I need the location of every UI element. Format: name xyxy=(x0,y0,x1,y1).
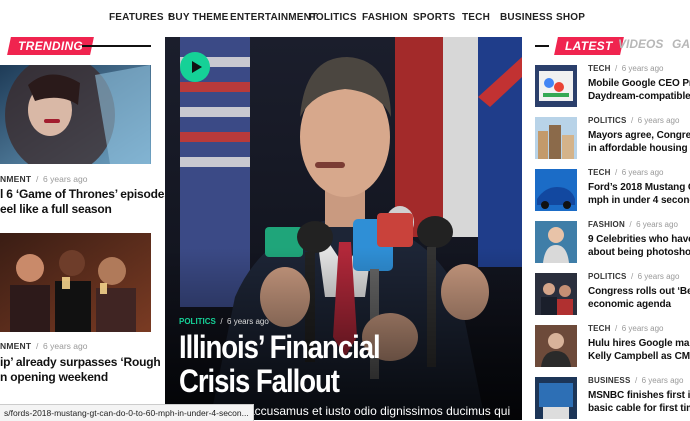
category-label[interactable]: POLITICS xyxy=(588,116,627,125)
nav-features[interactable]: FEATURES ▼ xyxy=(109,12,173,23)
title-line: 9 Celebrities who have s xyxy=(588,234,690,245)
nav-sports[interactable]: SPORTS xyxy=(413,12,455,23)
category-label[interactable]: TECH xyxy=(588,168,611,177)
nav-shop[interactable]: SHOP xyxy=(556,12,585,23)
hero-category[interactable]: POLITICS xyxy=(179,317,216,326)
latest-title-6[interactable]: Hulu hires Google markeKelly Campbell as… xyxy=(588,338,690,363)
title-line: about being photoshopp xyxy=(588,246,690,258)
trending-image-1[interactable] xyxy=(0,65,151,164)
latest-title-7[interactable]: MSNBC finishes first in basic cable for f… xyxy=(588,390,690,415)
title-line: n opening weekend xyxy=(0,369,108,384)
tab-videos[interactable]: VIDEOS xyxy=(618,37,663,51)
trending-title-1[interactable]: l 6 ‘Game of Thrones’ episodes eel like a… xyxy=(0,187,171,216)
post-age: 6 years ago xyxy=(637,116,680,125)
play-icon[interactable] xyxy=(180,52,210,82)
title-line: mph in under 4 seconds xyxy=(588,194,690,206)
trending-image-2[interactable] xyxy=(0,233,151,332)
title-line: l 6 ‘Game of Thrones’ episodes xyxy=(0,187,171,201)
category-label[interactable]: NMENT xyxy=(0,174,31,184)
trending-meta-1: NMENT / 6 years ago xyxy=(0,174,88,184)
title-line: Mobile Google CEO Prom xyxy=(588,78,690,89)
post-age: 6 years ago xyxy=(43,174,88,184)
tab-gallery[interactable]: GA xyxy=(672,37,690,51)
nav-business[interactable]: BUSINESS xyxy=(500,12,553,23)
status-bar-url: s/fords-2018-mustang-gt-can-do-0-to-60-m… xyxy=(0,404,254,421)
latest-meta-1: TECH / 6 years ago xyxy=(588,64,664,73)
latest-meta-7: BUSINESS / 6 years ago xyxy=(588,376,684,385)
hero-age: 6 years ago xyxy=(227,317,269,326)
trending-tag: TRENDING xyxy=(7,37,94,55)
post-age: 6 years ago xyxy=(621,64,664,73)
trending-divider xyxy=(82,45,151,47)
category-label[interactable]: NMENT xyxy=(0,341,31,351)
trending-label: TRENDING xyxy=(18,39,84,53)
latest-thumb-1[interactable] xyxy=(535,65,577,107)
title-line: Congress rolls out ‘Bette xyxy=(588,286,690,297)
title-line: Ford’s 2018 Mustang GT xyxy=(588,182,690,193)
category-label[interactable]: POLITICS xyxy=(588,272,627,281)
latest-thumb-6[interactable] xyxy=(535,325,577,367)
category-label[interactable]: FASHION xyxy=(588,220,625,229)
hero-title[interactable]: Illinois’ Financial Crisis Fallout xyxy=(179,330,463,398)
latest-thumb-4[interactable] xyxy=(535,221,577,263)
category-label[interactable]: BUSINESS xyxy=(588,376,631,385)
hero-meta: POLITICS / 6 years ago xyxy=(179,317,269,326)
post-age: 6 years ago xyxy=(43,341,88,351)
title-line: in affordable housing xyxy=(588,142,688,154)
title-line: ip’ already surpasses ‘Rough xyxy=(0,355,161,369)
nav-buy-theme[interactable]: BUY THEME xyxy=(168,12,229,23)
latest-meta-4: FASHION / 6 years ago xyxy=(588,220,678,229)
hero-title-line: Crisis Fallout xyxy=(179,363,340,399)
sidebar-divider xyxy=(535,45,549,47)
trending-meta-2: NMENT / 6 years ago xyxy=(0,341,88,351)
post-age: 6 years ago xyxy=(641,376,684,385)
top-navigation: FEATURES ▼ BUY THEME ENTERTAINMENT POLITI… xyxy=(0,0,690,36)
tab-latest[interactable]: LATEST xyxy=(554,37,624,55)
latest-meta-6: TECH / 6 years ago xyxy=(588,324,664,333)
latest-thumb-2[interactable] xyxy=(535,117,577,159)
category-label[interactable]: TECH xyxy=(588,324,611,333)
trending-title-2[interactable]: ip’ already surpasses ‘Rough n opening we… xyxy=(0,355,161,384)
title-line: basic cable for first tim xyxy=(588,402,690,414)
title-line: Daydream-compatible p xyxy=(588,90,690,102)
nav-politics[interactable]: POLITICS xyxy=(309,12,357,23)
latest-title-3[interactable]: Ford’s 2018 Mustang GTmph in under 4 sec… xyxy=(588,182,690,207)
title-line: Hulu hires Google marke xyxy=(588,338,690,349)
latest-title-4[interactable]: 9 Celebrities who have sabout being phot… xyxy=(588,234,690,259)
hero-excerpt: accusamus et iusto odio dignissimos duci… xyxy=(248,404,511,418)
latest-meta-3: TECH / 6 years ago xyxy=(588,168,664,177)
hero-title-line: Illinois’ Financial xyxy=(179,329,381,365)
latest-meta-5: POLITICS / 6 years ago xyxy=(588,272,680,281)
post-age: 6 years ago xyxy=(636,220,678,229)
tab-latest-label: LATEST xyxy=(565,39,613,53)
latest-title-2[interactable]: Mayors agree, Congressin affordable hous… xyxy=(588,130,690,155)
post-age: 6 years ago xyxy=(621,168,664,177)
title-line: MSNBC finishes first in xyxy=(588,390,690,401)
nav-entertainment[interactable]: ENTERTAINMENT xyxy=(230,12,317,23)
title-line: Kelly Campbell as CMO xyxy=(588,350,690,362)
latest-title-5[interactable]: Congress rolls out ‘Betteeconomic agenda xyxy=(588,286,690,311)
title-line: economic agenda xyxy=(588,298,671,310)
latest-meta-2: POLITICS / 6 years ago xyxy=(588,116,680,125)
latest-thumb-5[interactable] xyxy=(535,273,577,315)
post-age: 6 years ago xyxy=(621,324,664,333)
title-line: Mayors agree, Congress xyxy=(588,130,690,141)
nav-fashion[interactable]: FASHION xyxy=(362,12,408,23)
nav-features-label: FEATURES xyxy=(109,12,164,23)
latest-thumb-3[interactable] xyxy=(535,169,577,211)
latest-title-1[interactable]: Mobile Google CEO PromDaydream-compatibl… xyxy=(588,78,690,103)
post-age: 6 years ago xyxy=(637,272,680,281)
title-line: eel like a full season xyxy=(0,201,112,216)
category-label[interactable]: TECH xyxy=(588,64,611,73)
latest-thumb-7[interactable] xyxy=(535,377,577,419)
nav-tech[interactable]: TECH xyxy=(462,12,490,23)
